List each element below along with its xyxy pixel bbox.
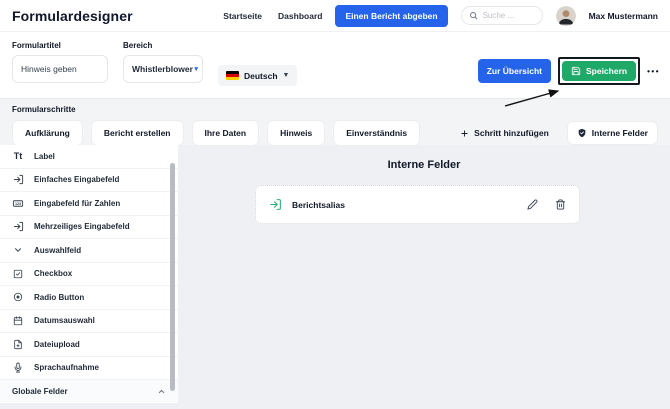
text-label-icon: Tt [13,151,23,162]
step-ihre-daten[interactable]: Ihre Daten [191,120,260,146]
step-bericht-erstellen[interactable]: Bericht erstellen [90,120,184,146]
app-header: Formulardesigner Startseite Dashboard Ei… [0,0,670,32]
field-card-actions [527,199,566,210]
add-step-button[interactable]: Schritt hinzufügen [460,128,549,138]
search-box[interactable] [460,6,543,25]
toolbar-actions: Zur Übersicht Speichern ••• [477,57,660,85]
form-title-group: Formulartitel [12,41,108,89]
language-label: Deutsch [244,70,278,81]
language-selector[interactable]: Deutsch ▼ [218,65,298,86]
microphone-icon [12,362,24,373]
step-hinweis[interactable]: Hinweis [267,120,326,146]
steps-section-label: Formularschritte [12,105,76,114]
trash-icon[interactable] [555,199,566,210]
main-nav: Startseite Dashboard [223,11,322,21]
submit-report-button[interactable]: Einen Bericht abgeben [335,4,448,27]
nav-dashboard[interactable]: Dashboard [278,11,322,21]
palette-item-multiline-input[interactable]: Mehrzeiliges Eingabefeld [0,216,178,239]
user-avatar[interactable] [555,5,576,26]
palette-item-file-upload[interactable]: Dateiupload [0,333,178,357]
user-name[interactable]: Max Mustermann [589,11,658,21]
file-upload-icon [12,339,24,350]
caret-down-icon: ▼ [192,65,200,73]
annotation-highlight-box: Speichern [557,57,641,85]
input-icon [12,174,24,185]
more-options-button[interactable]: ••• [647,67,660,76]
overview-button[interactable]: Zur Übersicht [477,59,551,83]
palette-item-select[interactable]: Auswahlfeld [0,239,178,263]
chevron-down-icon: ▼ [282,72,290,79]
form-title-label: Formulartitel [12,41,61,50]
palette-item-number-input[interactable]: 123 Eingabefeld für Zahlen [0,192,178,216]
area-selected-value: Whistlerblower [132,64,193,74]
form-title-input[interactable] [21,64,99,74]
designer-content: Tt Label Einfaches Eingabefeld 123 Einga… [0,145,670,409]
edit-pencil-icon[interactable] [527,199,538,210]
palette-item-voice[interactable]: Sprachaufnahme [0,357,178,380]
palette-item-radio[interactable]: Radio Button [0,286,178,310]
form-title-field-wrap [12,55,108,83]
form-canvas: Interne Felder Berichtsalias [178,145,670,409]
form-steps-section: Formularschritte Aufklärung Bericht erst… [0,98,670,146]
radio-icon [12,292,24,302]
add-step-label: Schritt hinzufügen [474,128,549,138]
calendar-icon [12,316,24,326]
internal-field-card[interactable]: Berichtsalias [255,185,580,224]
number-input-icon: 123 [12,198,24,209]
step-einverstaendnis[interactable]: Einverständnis [333,120,421,146]
global-fields-toggle[interactable]: Globale Felder [0,380,178,402]
internal-fields-button-label: Interne Felder [591,128,648,138]
shield-icon [577,128,587,138]
sidebar-scrollbar[interactable] [170,163,175,391]
chevron-up-icon [157,387,166,396]
save-icon [571,66,581,76]
chevron-down-icon [12,245,24,255]
global-fields-label: Globale Felder [12,386,68,396]
steps-row: Aufklärung Bericht erstellen Ihre Daten … [12,120,658,146]
form-toolbar: Formulartitel Bereich Whistlerblower ▼ D… [0,32,670,98]
canvas-heading: Interne Felder [387,159,461,171]
save-button[interactable]: Speichern [561,61,637,81]
palette-item-simple-input[interactable]: Einfaches Eingabefeld [0,169,178,192]
palette-item-label[interactable]: Tt Label [0,145,178,169]
search-input[interactable] [482,11,535,20]
formulardesigner-page: Formulardesigner Startseite Dashboard Ei… [0,0,670,409]
search-icon [469,11,478,20]
field-card-label: Berichtsalias [292,199,345,210]
textarea-icon [12,221,24,232]
area-group: Bereich Whistlerblower ▼ [123,41,203,89]
checkbox-icon [12,269,24,279]
app-title: Formulardesigner [12,7,133,24]
area-label: Bereich [123,41,153,50]
step-aufklaerung[interactable]: Aufklärung [12,120,83,146]
plus-icon [460,129,469,138]
area-select[interactable]: Whistlerblower ▼ [123,55,203,83]
field-palette-sidebar: Tt Label Einfaches Eingabefeld 123 Einga… [0,145,178,403]
internal-fields-button[interactable]: Interne Felder [566,121,658,145]
palette-item-checkbox[interactable]: Checkbox [0,263,178,286]
save-button-label: Speichern [585,66,628,76]
palette-item-date[interactable]: Datumsauswahl [0,310,178,333]
german-flag-icon [226,71,239,80]
svg-text:123: 123 [15,202,21,206]
input-icon [269,198,282,211]
nav-startseite[interactable]: Startseite [223,11,262,21]
